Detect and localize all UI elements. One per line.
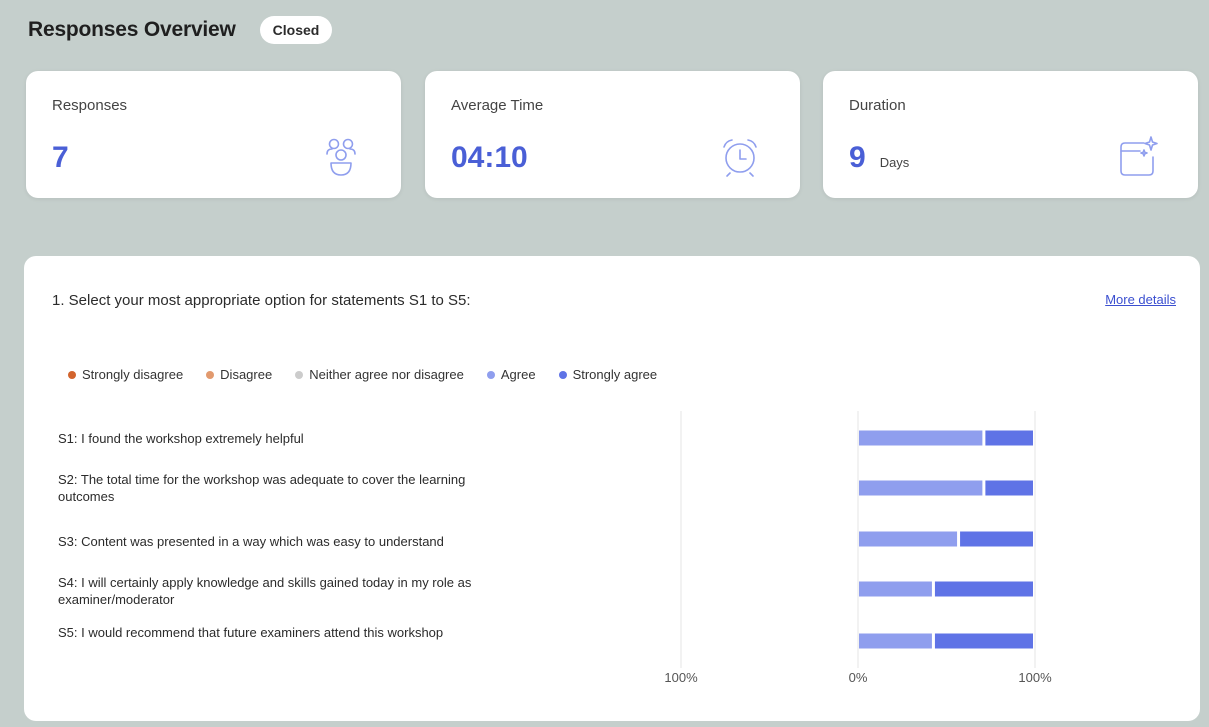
page-header: Responses Overview Closed <box>28 16 333 44</box>
bar-segment[interactable] <box>859 480 983 496</box>
calendar-sparkle-icon <box>1120 136 1158 176</box>
average-time-label: Average Time <box>451 97 544 114</box>
responses-label: Responses <box>52 97 128 114</box>
likert-chart: 100% 0% 100% <box>664 411 1052 685</box>
status-badge: Closed <box>259 16 333 44</box>
bar-segment[interactable] <box>985 430 1033 446</box>
bar-segment[interactable] <box>985 480 1033 496</box>
duration-label: Duration <box>849 97 906 114</box>
page-title: Responses Overview <box>28 18 236 41</box>
duration-value-group: 9 Days <box>849 141 909 175</box>
bar-segment[interactable] <box>960 531 1033 547</box>
chart-ticks: 100% 0% 100% <box>664 670 1052 685</box>
bar-segment[interactable] <box>859 581 932 597</box>
bar-segment[interactable] <box>859 430 983 446</box>
people-group-icon <box>326 138 356 176</box>
x-tick-label: 100% <box>664 670 698 685</box>
x-tick-label: 0% <box>849 670 868 685</box>
bar-segment[interactable] <box>859 531 958 547</box>
average-time-value: 04:10 <box>451 141 528 174</box>
x-tick-label: 100% <box>1018 670 1052 685</box>
bar-segment[interactable] <box>934 581 1033 597</box>
duration-unit: Days <box>879 155 910 170</box>
alarm-clock-icon <box>723 139 757 177</box>
duration-value: 9 <box>849 141 866 174</box>
responses-card: Responses 7 <box>26 71 401 198</box>
bar-segment[interactable] <box>859 633 932 649</box>
average-time-card: Average Time 04:10 <box>425 71 800 198</box>
question-panel: 1. Select your most appropriate option f… <box>24 256 1200 721</box>
responses-value: 7 <box>52 141 69 174</box>
duration-card: Duration 9 Days <box>823 71 1198 198</box>
bar-segment[interactable] <box>934 633 1033 649</box>
chart-bars <box>859 430 1033 649</box>
